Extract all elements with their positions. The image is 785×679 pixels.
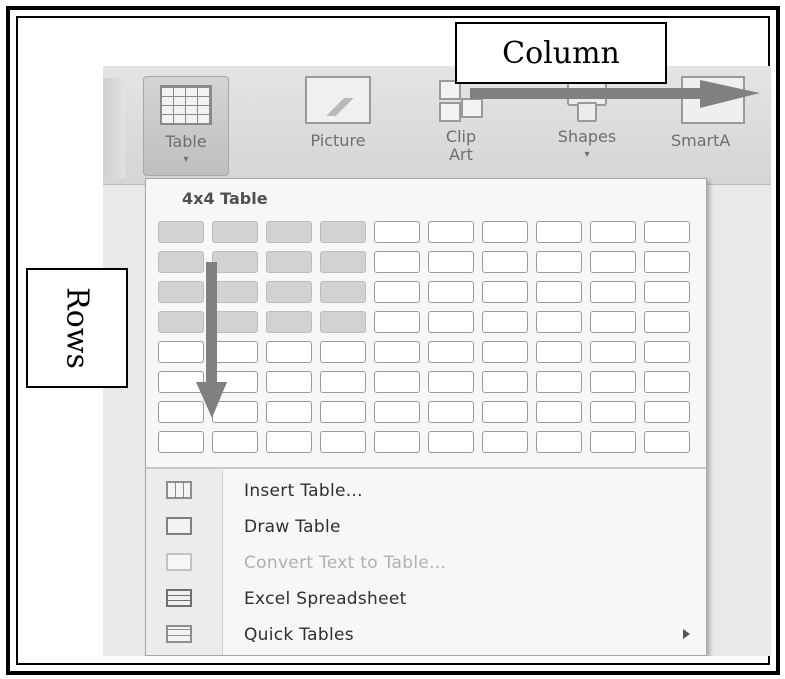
rows-callout: Rows — [26, 268, 128, 388]
column-callout: Column — [455, 22, 667, 84]
rows-arrow — [196, 262, 227, 418]
rows-callout-label: Rows — [59, 287, 95, 369]
column-arrow — [470, 80, 760, 108]
column-callout-label: Column — [502, 35, 620, 71]
